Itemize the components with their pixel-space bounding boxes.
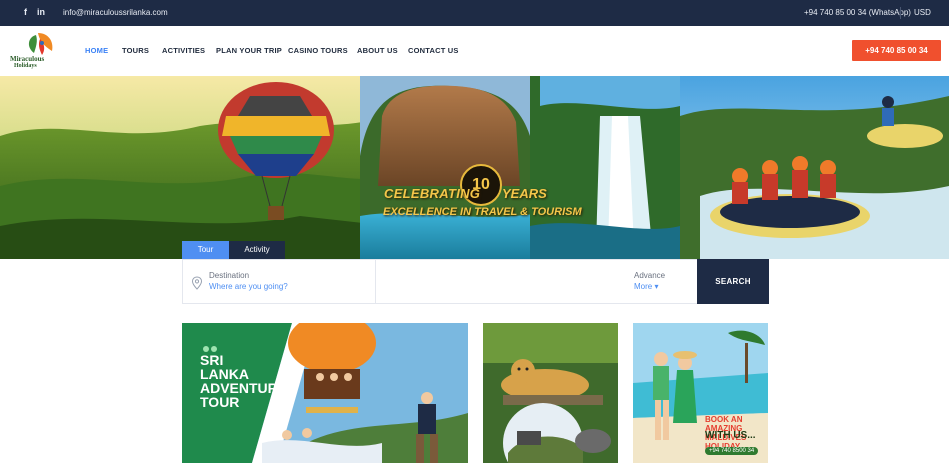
maldives-offer-phone: +94 740 8500 34 xyxy=(705,447,759,455)
contact-email[interactable]: info@miraculoussrilanka.com xyxy=(63,8,168,17)
search-panel: Destination Where are you going? Advance… xyxy=(182,259,769,304)
brand-name: Miraculous xyxy=(10,55,45,63)
hero-title-years: YEARS xyxy=(502,186,547,201)
nav-tours[interactable]: TOURS xyxy=(122,46,149,55)
nav-about-us[interactable]: ABOUT US xyxy=(357,46,398,55)
hero-title-celebrating: CELEBRATING xyxy=(384,186,481,201)
main-nav: Miraculous Holidays HOME TOURS ACTIVITIE… xyxy=(0,26,949,76)
tab-tour[interactable]: Tour xyxy=(182,241,229,259)
hero-banner: 10 CELEBRATING YEARS EXCELLENCE IN TRAVE… xyxy=(0,76,949,259)
facebook-icon[interactable]: f xyxy=(24,7,27,17)
whatsapp-phone[interactable]: +94 740 85 00 34 (WhatsApp) xyxy=(804,8,911,17)
adventure-tour-title: SRI LANKA ADVENTURE TOUR xyxy=(200,352,288,410)
maldives-offer-subtitle: WITH US... xyxy=(705,430,756,441)
top-bar: f in info@miraculoussrilanka.com +94 740… xyxy=(0,0,949,26)
brand-name-second: Holidays xyxy=(14,63,37,69)
maldives-holiday-card[interactable]: BOOK AN AMAZING MALDIVES HOLIDAY WITH US… xyxy=(633,323,768,463)
search-button[interactable]: SEARCH xyxy=(697,259,769,304)
nav-activities[interactable]: ACTIVITIES xyxy=(162,46,205,55)
call-button[interactable]: +94 740 85 00 34 xyxy=(852,40,941,61)
wildlife-tour-card[interactable] xyxy=(483,323,618,463)
nav-contact-us[interactable]: CONTACT US xyxy=(408,46,459,55)
topbar-divider xyxy=(900,7,901,19)
destination-label: Destination xyxy=(209,271,250,280)
advance-label: Advance xyxy=(634,271,666,280)
tab-activity[interactable]: Activity xyxy=(229,241,285,259)
nav-plan-your-trip[interactable]: PLAN YOUR TRIP xyxy=(216,46,282,55)
hero-subtitle: EXCELLENCE IN TRAVEL & TOURISM xyxy=(383,206,582,218)
more-options-dropdown[interactable]: More ▾ xyxy=(634,282,658,291)
linkedin-icon[interactable]: in xyxy=(37,7,45,17)
location-pin-icon xyxy=(191,276,203,290)
nav-casino-tours[interactable]: CASINO TOURS xyxy=(288,46,348,55)
wildlife-tour-image xyxy=(483,323,618,463)
adventure-tour-card[interactable]: SRI LANKA ADVENTURE TOUR xyxy=(182,323,468,463)
nav-home[interactable]: HOME xyxy=(85,46,108,55)
currency-selector[interactable]: USD xyxy=(914,8,931,17)
destination-input[interactable]: Where are you going? xyxy=(209,282,288,291)
search-divider xyxy=(375,260,376,303)
